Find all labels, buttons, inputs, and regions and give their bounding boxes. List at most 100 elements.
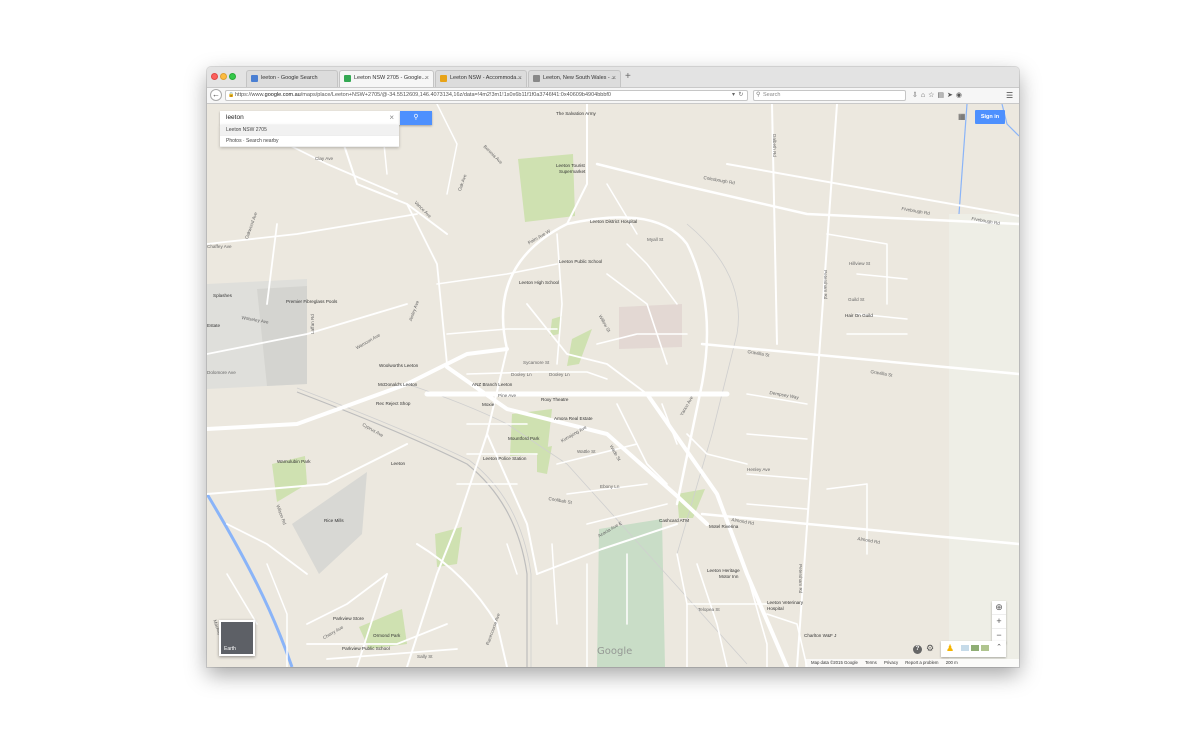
search-suggestions: Leeton NSW 2705 Photos · Search nearby	[220, 125, 399, 147]
poi-ormond-park[interactable]: Ormond Park	[373, 633, 400, 639]
url-prefix: https://www.	[235, 92, 265, 98]
poi-cashcard[interactable]: Cashcard ATM	[659, 518, 689, 524]
apps-grid-icon[interactable]: ▦	[958, 112, 966, 122]
terms-link[interactable]: Terms	[865, 660, 877, 665]
map-canvas[interactable]: The Salvation Army Leeton Tourist Superm…	[207, 104, 1019, 667]
poi-anz[interactable]: ANZ Branch Leeton	[472, 382, 512, 388]
street-view-panel[interactable]: ♟ ⌃	[941, 641, 1006, 657]
compass-icon[interactable]: ⊕	[992, 601, 1006, 615]
poi-leeton-station[interactable]: Leeton	[391, 461, 405, 467]
poi-rec-reject[interactable]: Rec Reject Shop	[376, 401, 410, 407]
tab-label: leeton - Google Search	[261, 75, 318, 81]
toolbar-icons: ⇩⌂☆▤➤◉	[912, 90, 965, 101]
url-bar[interactable]: 🔒 https://www.google.com.au/maps/place/L…	[225, 90, 748, 101]
map-footer: Map data ©2015 Google Terms Privacy Repo…	[805, 659, 1019, 667]
poi-charlton[interactable]: Charlton W&F J	[804, 633, 836, 639]
street-telopea-st: Telopea St	[698, 607, 720, 612]
zoom-control: ⊕ + −	[992, 601, 1006, 643]
new-tab-button[interactable]: +	[625, 70, 631, 84]
suggestion-item[interactable]: Photos · Search nearby	[220, 136, 399, 147]
download-icon[interactable]: ⇩	[912, 92, 921, 99]
tab-wikipedia[interactable]: Leeton, New South Wales - ... ×	[528, 70, 621, 87]
poi-vet-2[interactable]: Hospital	[767, 606, 784, 612]
reading-list-icon[interactable]: ▤	[937, 92, 947, 99]
browser-search-input[interactable]: ⚲ Search	[753, 90, 906, 101]
lock-icon: 🔒	[228, 92, 235, 98]
poi-woolworths[interactable]: Woolworths Leeton	[379, 363, 418, 369]
poi-wamulubin-park[interactable]: Wamulubin Park	[277, 459, 311, 465]
back-button[interactable]: ←	[210, 89, 222, 101]
reload-icon[interactable]: ↻	[738, 92, 743, 98]
poi-parkview-school[interactable]: Parkview Public School	[342, 646, 390, 652]
minimize-window-button[interactable]	[220, 73, 227, 80]
suggestion-item[interactable]: Leeton NSW 2705	[220, 125, 399, 136]
street-ebony-ln: Ebony Ln	[600, 484, 620, 489]
close-tab-icon[interactable]: ×	[612, 71, 616, 86]
send-icon[interactable]: ➤	[947, 92, 956, 99]
dropdown-arrow-icon[interactable]: ▾	[732, 92, 735, 98]
poi-rice-mills[interactable]: Rice Mills	[324, 518, 344, 524]
poi-estate[interactable]: Estate	[207, 323, 220, 329]
poi-hospital[interactable]: Leeton District Hospital	[590, 219, 637, 225]
poi-amora[interactable]: Amora Real Estate	[554, 416, 593, 422]
pegman-icon[interactable]: ♟	[946, 643, 954, 654]
street-guild-st: Guild St	[848, 297, 865, 302]
url-tools: ▾ ↻	[732, 90, 743, 100]
extension-icon[interactable]: ◉	[956, 92, 965, 99]
tab-google-maps[interactable]: Leeton NSW 2705 - Google... ×	[339, 70, 434, 87]
street-sycamore-st: Sycamore St	[523, 360, 550, 365]
poi-mcdonalds[interactable]: McDonald's Leeton	[378, 382, 417, 388]
tab-accommodation[interactable]: Leeton NSW - Accommoda... ×	[435, 70, 527, 87]
street-hillview-st: Hillview St	[849, 261, 871, 266]
poi-supermarket[interactable]: Supermarket	[559, 169, 585, 175]
street-petersham-rd: Petersham Rd	[823, 270, 828, 300]
sign-in-button[interactable]: Sign in	[975, 110, 1005, 124]
report-problem-link[interactable]: Report a problem	[905, 660, 938, 665]
poi-parkview-store[interactable]: Parkview Store	[333, 616, 364, 622]
map-search-button[interactable]: ⚲	[400, 111, 432, 125]
close-tab-icon[interactable]: ×	[518, 71, 522, 86]
poi-public-school[interactable]: Leeton Public School	[559, 259, 602, 265]
url-host: google.com.au	[264, 92, 301, 98]
imagery-thumb[interactable]	[971, 645, 979, 651]
poi-hair-on-guild[interactable]: Hair On Guild	[845, 313, 873, 319]
poi-moxie[interactable]: Moxie	[482, 402, 494, 408]
poi-high-school[interactable]: Leeton High School	[519, 280, 559, 286]
imagery-thumb[interactable]	[981, 645, 989, 651]
street-wattle-st: Wattle St	[577, 449, 596, 454]
poi-premier-fibreglass[interactable]: Premier Fibreglass Pools	[286, 299, 337, 305]
street-dolomore-ave: Dolomore Ave	[207, 370, 236, 375]
poi-roxy-theatre[interactable]: Roxy Theatre	[541, 397, 569, 403]
poi-mountford-park[interactable]: Mountford Park	[508, 436, 539, 442]
street-henley-ave: Henley Ave	[747, 467, 771, 472]
street-laffan-rd: Laffan Rd	[310, 314, 315, 334]
tab-google-search[interactable]: leeton - Google Search	[246, 70, 338, 87]
imagery-thumb[interactable]	[961, 645, 969, 651]
gear-icon[interactable]: ⚙	[926, 643, 934, 654]
privacy-link[interactable]: Privacy	[884, 660, 898, 665]
wikipedia-favicon-icon	[533, 75, 540, 82]
street-sally-st: Sally St	[417, 654, 433, 659]
close-window-button[interactable]	[211, 73, 218, 80]
earth-view-toggle[interactable]: Earth	[219, 620, 255, 656]
bookmark-star-icon[interactable]: ☆	[928, 92, 937, 99]
map-search-input[interactable]: leeton ×	[220, 111, 400, 125]
map-roads	[207, 104, 1019, 667]
poi-splashes[interactable]: Splashes	[213, 293, 232, 299]
chevron-up-icon[interactable]: ⌃	[996, 643, 1002, 651]
tab-label: Leeton NSW 2705 - Google...	[354, 75, 427, 81]
close-tab-icon[interactable]: ×	[425, 71, 429, 86]
search-icon: ⚲	[756, 92, 761, 98]
zoom-window-button[interactable]	[229, 73, 236, 80]
help-icon[interactable]: ?	[913, 645, 922, 654]
scale-bar[interactable]: 200 m	[946, 660, 958, 665]
hamburger-menu-icon[interactable]: ☰	[1006, 90, 1013, 101]
poi-heritage-motor-inn-2[interactable]: Motor Inn	[719, 574, 738, 580]
url-path: /maps/place/Leeton+NSW+2705/@-34.5512609…	[300, 92, 611, 98]
zoom-in-button[interactable]: +	[992, 615, 1006, 629]
poi-salvation-army[interactable]: The Salvation Army	[556, 111, 596, 117]
clear-search-icon[interactable]: ×	[389, 111, 394, 125]
street-pine-ave: Pine Ave	[498, 393, 517, 398]
poi-motel-riverina[interactable]: Motel Riverina	[709, 524, 738, 530]
poi-police[interactable]: Leeton Police Station	[483, 456, 526, 462]
